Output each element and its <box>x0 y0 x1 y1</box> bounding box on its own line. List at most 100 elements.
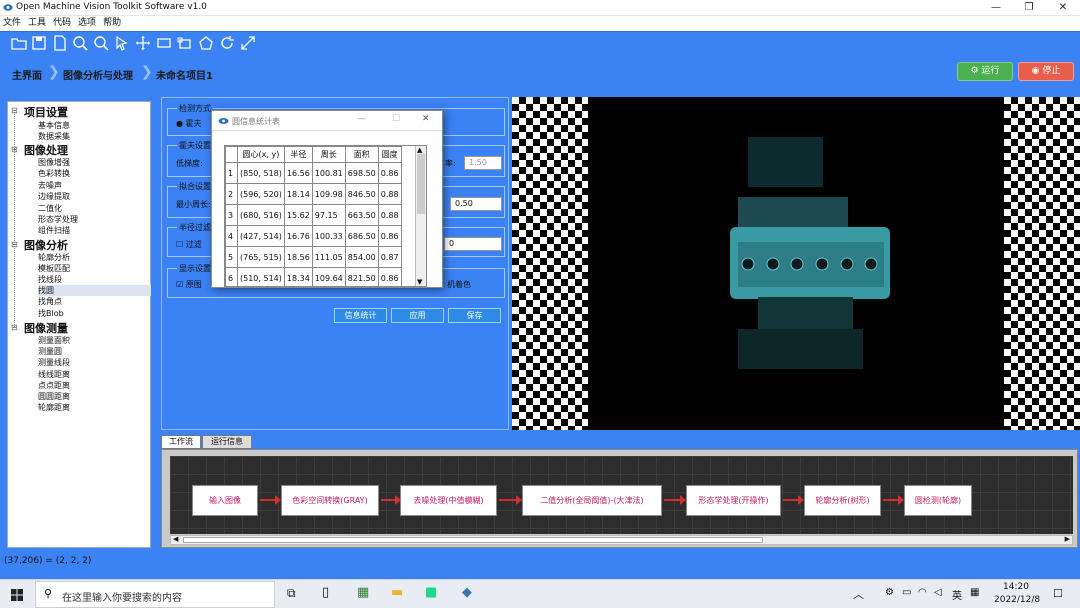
tree-item[interactable]: 色彩转换 <box>38 168 70 179</box>
zoom-out-icon[interactable] <box>93 35 109 51</box>
workflow-node[interactable]: 去噪处理(中值模糊) <box>400 485 497 516</box>
workflow-node[interactable]: 二值分析(全局阈值)-(大津法) <box>522 485 662 516</box>
battery-icon[interactable]: ▭ <box>902 587 911 598</box>
menu-file[interactable]: 文件 <box>3 16 21 31</box>
menu-code[interactable]: 代码 <box>53 16 71 31</box>
workflow-node[interactable]: 输入图像 <box>192 485 258 516</box>
column-header[interactable]: 周长 <box>311 146 346 163</box>
original-checkbox[interactable]: ☑ 原图 <box>176 279 202 290</box>
table-row[interactable]: 4 (427, 514) 16.76 100.33 686.50 0.86 <box>225 225 402 247</box>
input-lang[interactable]: 英 <box>952 587 962 602</box>
tree-item[interactable]: 去噪声 <box>38 180 62 191</box>
table-row[interactable]: 6 (510, 514) 18.34 109.64 821.50 0.86 <box>225 267 402 286</box>
tree-item[interactable]: 二值化 <box>38 203 62 214</box>
rectangle-icon[interactable] <box>156 35 172 51</box>
crumb-section[interactable]: 图像分析与处理 <box>63 67 133 82</box>
workflow-scrollbar[interactable]: ◀ ▶ <box>170 535 1073 545</box>
windows-start-icon[interactable] <box>11 589 23 601</box>
explorer-app-icon[interactable]: ▬ <box>391 585 403 600</box>
tree-item[interactable]: 测量面积 <box>38 335 70 346</box>
zoom-in-icon[interactable] <box>72 35 88 51</box>
workflow-node[interactable]: 色彩空间转换(GRAY) <box>281 485 379 516</box>
dialog-close-button[interactable]: ✕ <box>422 114 430 124</box>
taskbar-search[interactable]: ⚲ 在这里输入你要搜索的内容 <box>35 581 275 608</box>
collapse-icon[interactable]: ⊟ <box>11 145 18 154</box>
close-button[interactable]: ✕ <box>1052 1 1074 15</box>
tree-item[interactable]: 图像增强 <box>38 157 70 168</box>
collapse-icon[interactable]: ⊟ <box>11 240 18 249</box>
fit-icon[interactable] <box>240 35 256 51</box>
task-view-icon[interactable]: ⧉ <box>287 586 296 601</box>
tree-group-project[interactable]: 项目设置 <box>24 104 68 120</box>
scroll-thumb[interactable] <box>183 537 763 543</box>
menu-options[interactable]: 选项 <box>78 16 96 31</box>
volume-icon[interactable]: ◁ <box>934 587 942 598</box>
tray-chevron-up-icon[interactable]: ︿ <box>853 586 864 602</box>
new-file-icon[interactable] <box>52 35 68 51</box>
fit-value-input[interactable]: 0.50 <box>450 197 502 211</box>
tree-item[interactable]: 线线距离 <box>38 369 70 380</box>
workflow-canvas[interactable]: 输入图像 色彩空间转换(GRAY) 去噪处理(中值模糊) 二值分析(全局阈值)-… <box>170 456 1073 534</box>
column-header[interactable]: 半径 <box>283 146 313 163</box>
tree-item[interactable]: 点点距离 <box>38 380 70 391</box>
tree-item[interactable]: 测量线段 <box>38 357 70 368</box>
table-scrollbar[interactable]: ▲ ▼ <box>415 146 426 286</box>
ime-icon[interactable]: ▦ <box>970 587 979 598</box>
collapse-icon[interactable]: ⊟ <box>11 323 18 332</box>
tree-item[interactable]: 找角点 <box>38 296 62 307</box>
tree-item-selected[interactable]: 找圆 <box>38 285 151 296</box>
tree-item[interactable]: 数据采集 <box>38 131 70 142</box>
tree-group-analysis[interactable]: 图像分析 <box>24 237 68 253</box>
dialog-minimize-button[interactable]: — <box>357 114 366 124</box>
pointer-icon[interactable] <box>114 35 130 51</box>
tree-item[interactable]: 找线段 <box>38 274 62 285</box>
tree-item[interactable]: 圆圆距离 <box>38 391 70 402</box>
scroll-right-icon[interactable]: ▶ <box>1065 535 1070 543</box>
tree-item[interactable]: 轮廓距离 <box>38 402 70 413</box>
menu-tools[interactable]: 工具 <box>28 16 46 31</box>
workflow-node[interactable]: 圆检测(轮廓) <box>904 485 972 516</box>
notification-icon[interactable]: ☐ <box>1053 587 1063 600</box>
polygon-icon[interactable] <box>198 35 214 51</box>
image-view[interactable] <box>512 97 1080 430</box>
tree-item[interactable]: 基本信息 <box>38 120 70 131</box>
tree-item[interactable]: 模板匹配 <box>38 263 70 274</box>
save-icon[interactable] <box>31 35 47 51</box>
scroll-down-icon[interactable]: ▼ <box>417 278 422 286</box>
tree-group-processing[interactable]: 图像处理 <box>24 142 68 158</box>
ratio-input[interactable]: 1.50 <box>464 156 502 170</box>
table-row[interactable]: 2 (596, 520) 18.14 109.98 846.50 0.88 <box>225 183 402 205</box>
calculator-app-icon[interactable]: ▦ <box>357 585 369 600</box>
crumb-project[interactable]: 未命名项目1 <box>156 67 213 82</box>
menu-help[interactable]: 帮助 <box>103 16 121 31</box>
column-header[interactable]: 圆心(x, y) <box>237 146 285 163</box>
tree-item[interactable]: 轮廓分析 <box>38 252 70 263</box>
clock-time[interactable]: 14:20 <box>1003 582 1029 592</box>
collapse-icon[interactable]: ⊟ <box>11 106 18 115</box>
save-button[interactable]: 保存 <box>448 308 501 323</box>
wifi-icon[interactable]: ◠ <box>918 587 927 598</box>
hough-radio[interactable]: ● 霍夫 <box>176 118 202 129</box>
tree-item[interactable]: 形态学处理 <box>38 214 78 225</box>
tree-group-measurement[interactable]: 图像测量 <box>24 320 68 336</box>
tree-item[interactable]: 组件扫描 <box>38 225 70 236</box>
rotate-icon[interactable] <box>219 35 235 51</box>
pycharm-app-icon[interactable]: ■ <box>425 585 437 600</box>
column-header[interactable]: 圆度 <box>377 146 402 163</box>
run-button[interactable]: ⚙ 运行 <box>957 62 1013 81</box>
table-row[interactable]: 5 (765, 515) 18.56 111.05 854.00 0.87 <box>225 246 402 268</box>
tab-workflow[interactable]: 工作流 <box>161 435 201 449</box>
tab-run-info[interactable]: 运行信息 <box>202 435 252 449</box>
clock-date[interactable]: 2022/12/8 <box>994 595 1040 605</box>
tray-app-icon[interactable]: ⚙ <box>885 587 894 598</box>
crumb-home[interactable]: 主界面 <box>12 67 42 82</box>
workflow-node[interactable]: 形态学处理(开操作) <box>686 485 781 516</box>
open-folder-icon[interactable] <box>11 35 27 51</box>
python-app-icon[interactable]: ◆ <box>462 585 472 600</box>
table-row[interactable]: 3 (680, 516) 15.62 97.15 663.50 0.88 <box>225 204 402 226</box>
tree-item[interactable]: 测量圆 <box>38 346 62 357</box>
tree-item[interactable]: 找Blob <box>38 308 64 319</box>
scroll-up-icon[interactable]: ▲ <box>417 146 422 154</box>
dialog-maximize-button[interactable]: ☐ <box>392 114 400 124</box>
crop-icon[interactable] <box>177 35 193 51</box>
